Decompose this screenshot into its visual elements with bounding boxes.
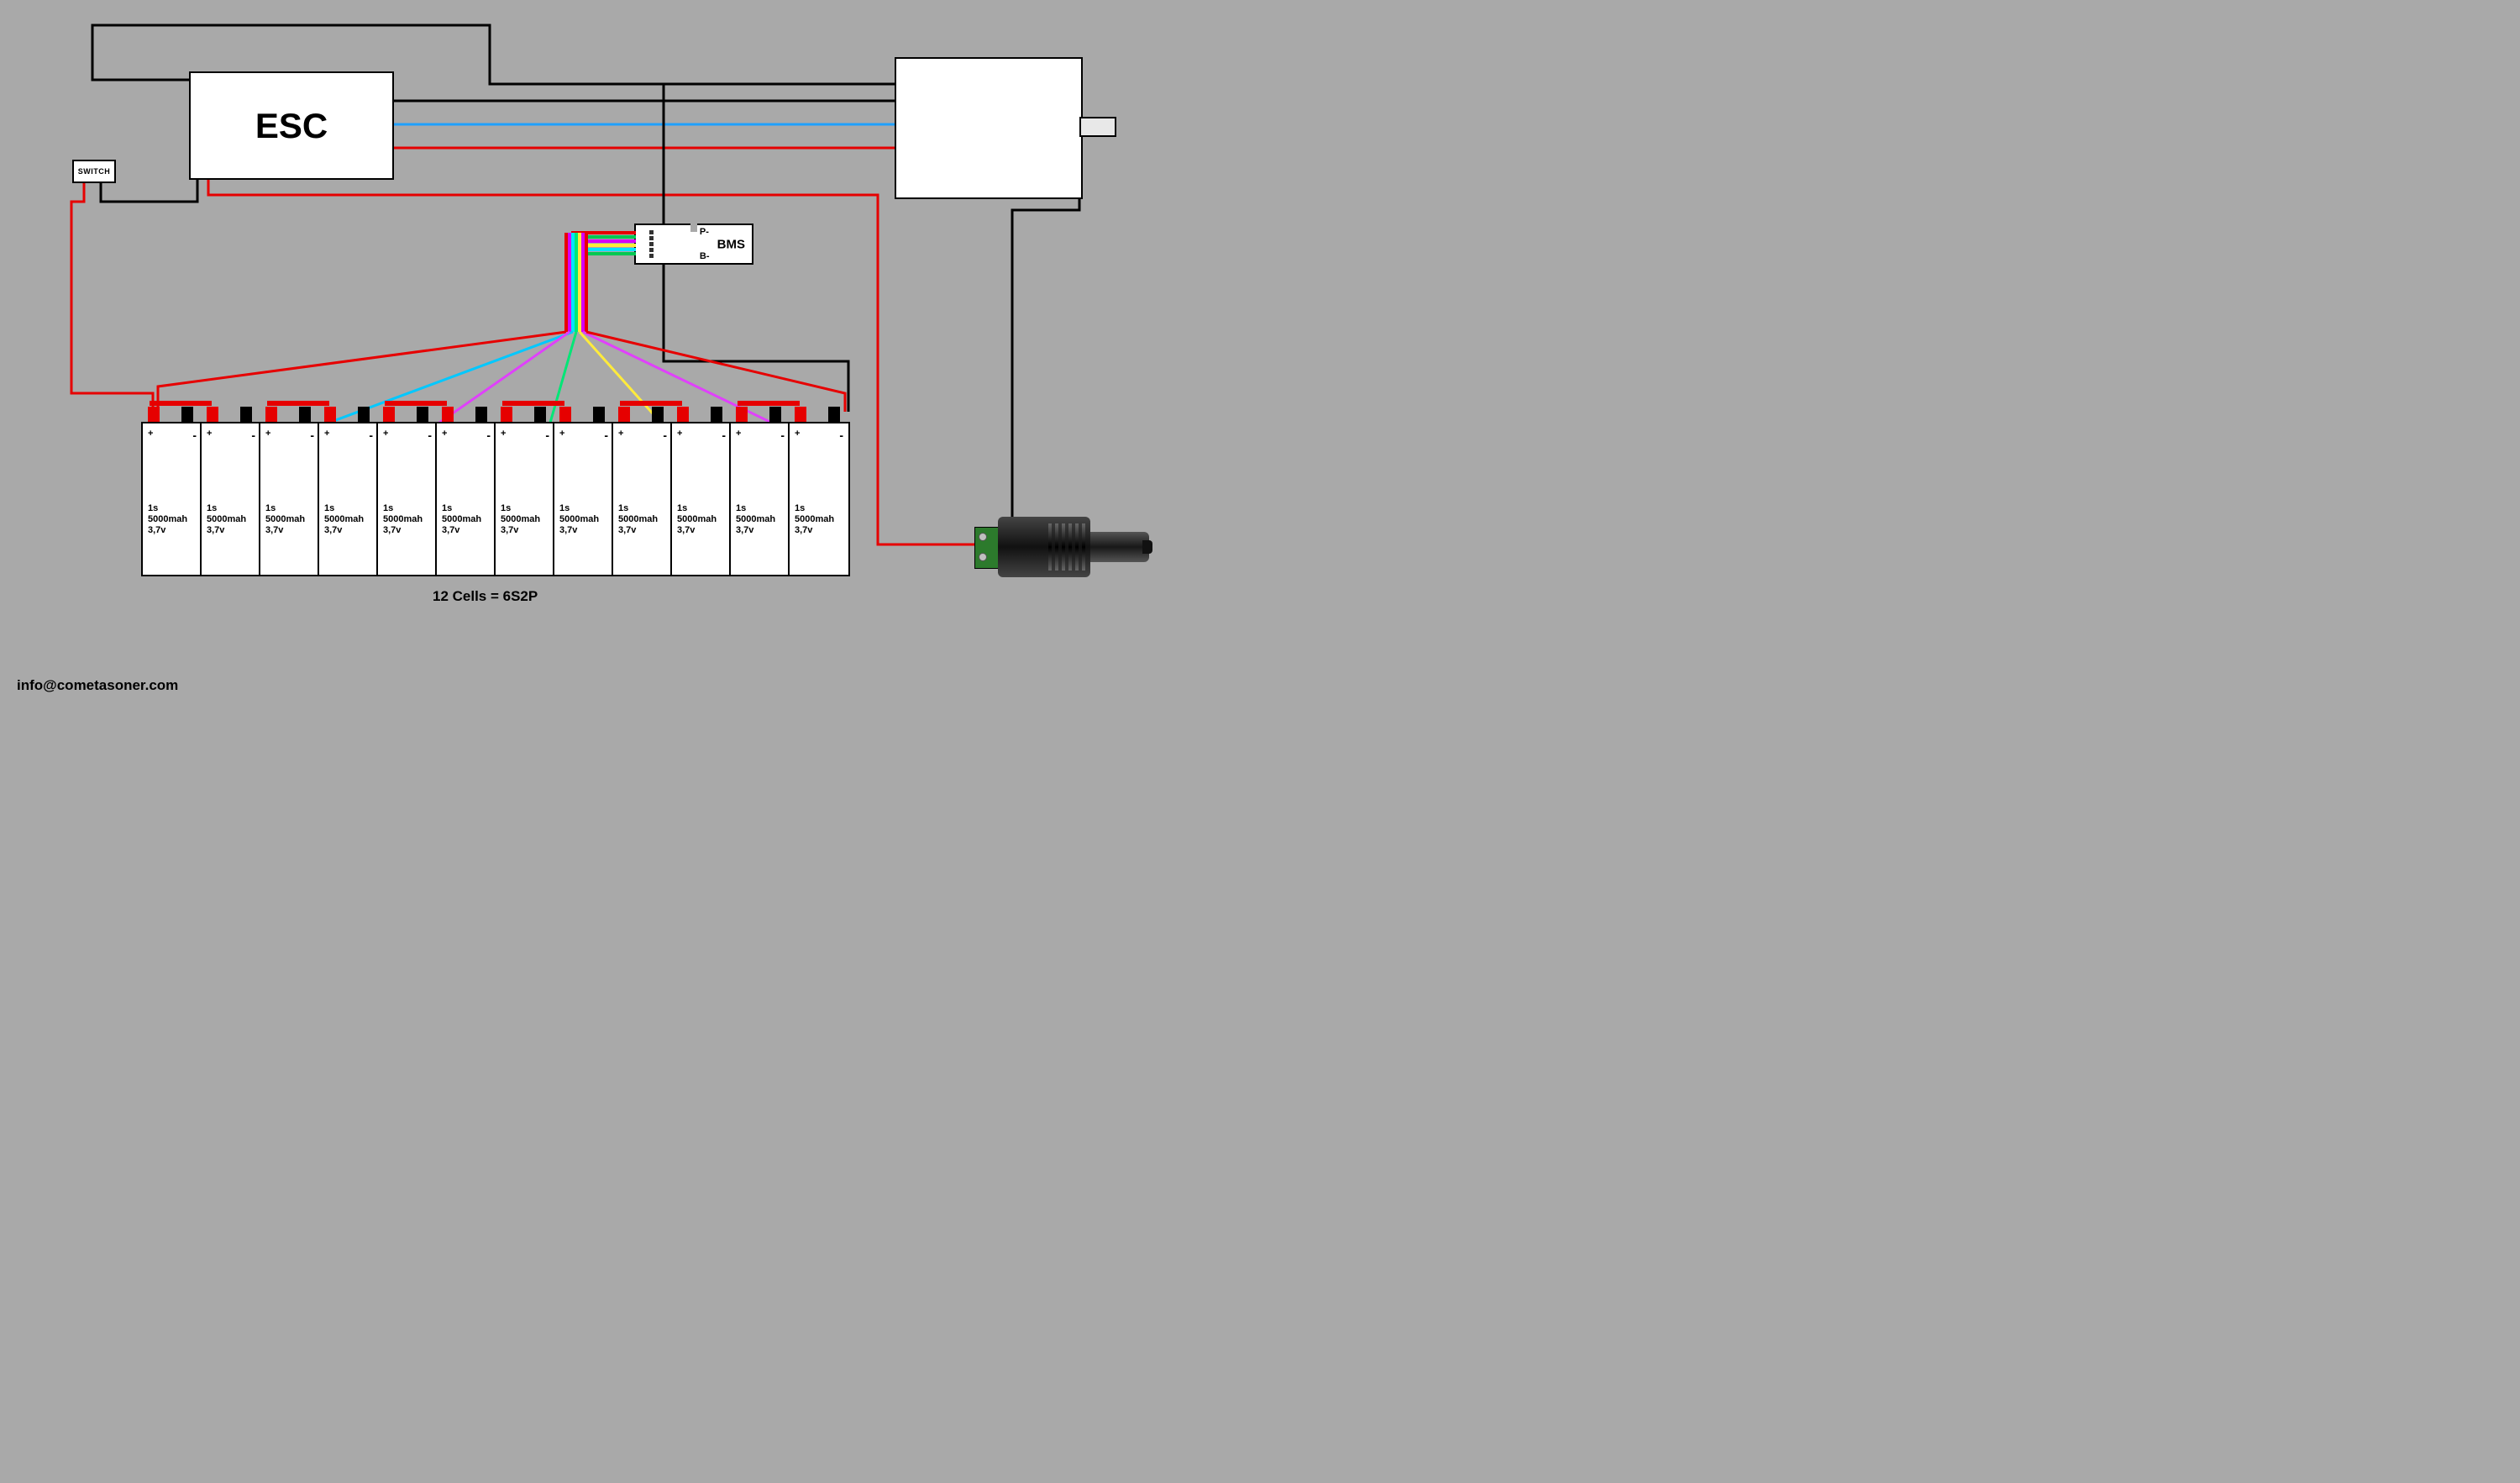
battery-cell: + - 1s5000mah3,7v (435, 422, 497, 576)
cell-plus: + (677, 429, 682, 439)
cell-plus: + (795, 429, 800, 439)
terminal-negative (593, 407, 605, 423)
cell-plus: + (324, 429, 329, 439)
terminal-positive (324, 407, 336, 423)
cell-spec: 1s5000mah3,7v (148, 503, 187, 537)
cell-plus: + (148, 429, 153, 439)
terminal-positive (207, 407, 218, 423)
cell-plus: + (265, 429, 270, 439)
cell-plus: + (618, 429, 623, 439)
terminal-negative (652, 407, 664, 423)
cell-minus: - (604, 429, 608, 442)
wires-foreground (0, 0, 1260, 706)
terminal-negative (711, 407, 722, 423)
cell-plus: + (207, 429, 212, 439)
battery-cell: + - 1s5000mah3,7v (376, 422, 438, 576)
battery-cell: + - 1s5000mah3,7v (200, 422, 262, 576)
terminal-positive (618, 407, 630, 423)
terminal-negative (828, 407, 840, 423)
cell-plus: + (383, 429, 388, 439)
battery-cell: + - 1s5000mah3,7v (670, 422, 732, 576)
cell-spec: 1s5000mah3,7v (795, 503, 834, 537)
battery-cell: + - 1s5000mah3,7v (141, 422, 203, 576)
cell-spec: 1s5000mah3,7v (383, 503, 423, 537)
terminal-positive (442, 407, 454, 423)
terminal-negative (240, 407, 252, 423)
cell-minus: - (486, 429, 491, 442)
terminal-negative (358, 407, 370, 423)
contact-email: info@cometasoner.com (17, 677, 178, 694)
cell-spec: 1s5000mah3,7v (559, 503, 599, 537)
terminal-positive (501, 407, 512, 423)
cell-spec: 1s5000mah3,7v (207, 503, 246, 537)
terminal-positive (795, 407, 806, 423)
terminal-negative (299, 407, 311, 423)
cell-minus: - (251, 429, 255, 442)
cell-minus: - (369, 429, 373, 442)
cell-minus: - (192, 429, 197, 442)
terminal-negative (534, 407, 546, 423)
terminal-negative (417, 407, 428, 423)
cell-spec: 1s5000mah3,7v (324, 503, 364, 537)
cell-minus: - (310, 429, 314, 442)
terminal-positive (383, 407, 395, 423)
terminal-negative (769, 407, 781, 423)
battery-cell: + - 1s5000mah3,7v (612, 422, 674, 576)
cell-spec: 1s5000mah3,7v (265, 503, 305, 537)
cell-plus: + (501, 429, 506, 439)
cell-spec: 1s5000mah3,7v (501, 503, 540, 537)
terminal-positive (265, 407, 277, 423)
cell-spec: 1s5000mah3,7v (677, 503, 717, 537)
battery-cell: + - 1s5000mah3,7v (259, 422, 321, 576)
battery-cell: + - 1s5000mah3,7v (788, 422, 850, 576)
cell-plus: + (442, 429, 447, 439)
battery-cell: + - 1s5000mah3,7v (494, 422, 556, 576)
cell-minus: - (545, 429, 549, 442)
pack-config-label: 12 Cells = 6S2P (433, 588, 538, 605)
cell-minus: - (663, 429, 667, 442)
terminal-negative (181, 407, 193, 423)
wiring-diagram: ESC SWITCH P- B- BMS (0, 0, 1260, 706)
battery-cell: + - 1s5000mah3,7v (729, 422, 791, 576)
cell-plus: + (736, 429, 741, 439)
cell-minus: - (839, 429, 843, 442)
cell-minus: - (428, 429, 432, 442)
cell-plus: + (559, 429, 564, 439)
cell-spec: 1s5000mah3,7v (442, 503, 481, 537)
terminal-positive (677, 407, 689, 423)
terminal-positive (736, 407, 748, 423)
terminal-positive (559, 407, 571, 423)
cell-spec: 1s5000mah3,7v (736, 503, 775, 537)
cell-minus: - (722, 429, 726, 442)
dc-jack (974, 517, 1151, 577)
battery-cell: + - 1s5000mah3,7v (553, 422, 615, 576)
terminal-positive (148, 407, 160, 423)
cell-spec: 1s5000mah3,7v (618, 503, 658, 537)
cell-minus: - (780, 429, 785, 442)
battery-cell: + - 1s5000mah3,7v (318, 422, 380, 576)
terminal-negative (475, 407, 487, 423)
